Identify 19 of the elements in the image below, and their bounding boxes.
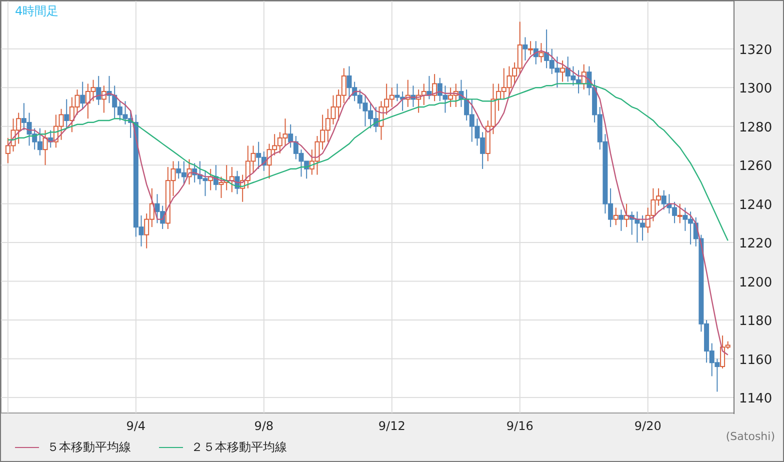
y-axis-label: 1160 [739, 352, 772, 368]
y-axis-label: 1200 [739, 275, 772, 290]
y-axis-label: 1260 [739, 159, 772, 174]
y-axis-label: 1140 [739, 392, 772, 406]
y-axis-label: 1280 [739, 120, 772, 136]
y-axis-label: 1300 [739, 82, 772, 97]
x-axis-label: 9/12 [378, 419, 406, 433]
unit-label: (Satoshi) [726, 429, 775, 445]
x-axis-label: 9/20 [634, 419, 662, 433]
y-axis-label: 1180 [739, 314, 772, 330]
y-axis-label: 1220 [739, 236, 772, 252]
legend-label: ２５本移動平均線 [191, 439, 287, 456]
chart-title: 4時間足 [15, 4, 59, 18]
y-axis-label: 1320 [739, 42, 772, 58]
x-axis-label: 9/16 [506, 419, 534, 433]
x-axis-label: 9/4 [126, 419, 146, 433]
y-axis-label: 1240 [739, 198, 772, 213]
legend-label: ５本移動平均線 [47, 439, 131, 456]
x-axis-label: 9/8 [254, 419, 274, 433]
